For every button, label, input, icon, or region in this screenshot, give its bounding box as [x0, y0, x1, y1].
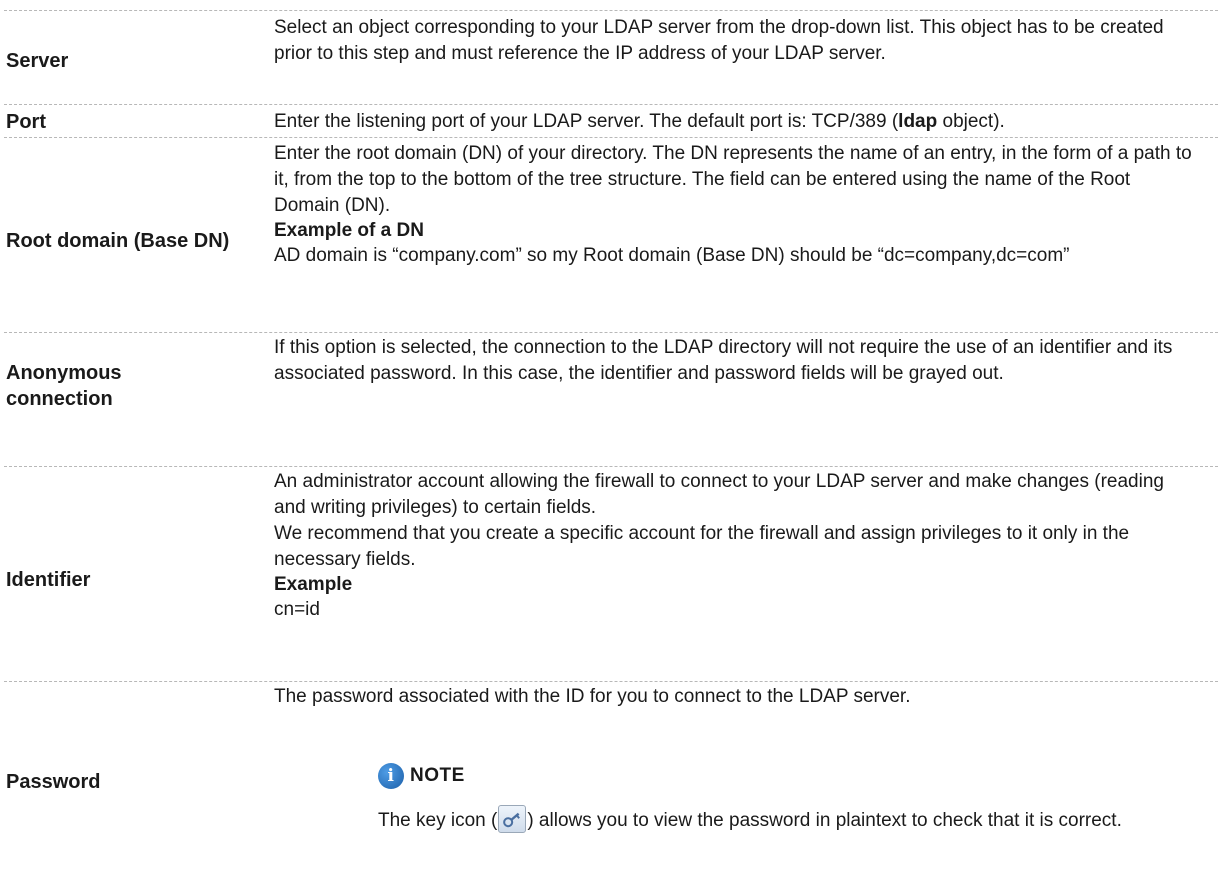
identifier-description-text-2: We recommend that you create a specific …: [274, 523, 1130, 570]
note-text-part: ) allows you to view the password in pla…: [527, 810, 1122, 831]
root-domain-description-text: Enter the root domain (DN) of your direc…: [274, 143, 1192, 216]
port-description: Enter the listening port of your LDAP se…: [274, 109, 1214, 135]
identifier-label: Identifier: [6, 569, 91, 591]
anonymous-connection-label: Anonymous connection: [6, 362, 122, 410]
root-domain-example-text: AD domain is “company.com” so my Root do…: [274, 245, 1070, 266]
identifier-example-text: cn=id: [274, 599, 320, 620]
row-separator: [4, 332, 1218, 333]
password-label: Password: [6, 771, 101, 793]
server-description: Select an object corresponding to your L…: [274, 15, 1199, 67]
row-separator: [4, 104, 1218, 105]
anonymous-connection-description-text: If this option is selected, the connecti…: [274, 337, 1173, 384]
identifier-description-text-1: An administrator account allowing the fi…: [274, 471, 1164, 518]
note-header: i NOTE: [378, 763, 1218, 789]
port-label: Port: [6, 111, 46, 133]
note-text-part: The key icon (: [378, 810, 498, 831]
row-separator: [4, 137, 1218, 138]
note-box: i NOTE The key icon ( ) allows you to vie…: [378, 763, 1218, 834]
password-description: The password associated with the ID for …: [274, 684, 1199, 710]
anonymous-connection-description: If this option is selected, the connecti…: [274, 335, 1199, 387]
info-icon: i: [378, 763, 404, 789]
ldap-settings-table: Server Select an object corresponding to…: [0, 0, 1222, 880]
root-domain-description: Enter the root domain (DN) of your direc…: [274, 141, 1199, 269]
root-domain-example-title: Example of a DN: [274, 220, 424, 241]
port-desc-ldap: ldap: [898, 111, 938, 132]
note-title: NOTE: [410, 765, 465, 786]
server-description-text: Select an object corresponding to your L…: [274, 17, 1164, 64]
row-separator: [4, 466, 1218, 467]
port-description-text: Enter the listening port of your LDAP se…: [274, 109, 1214, 135]
identifier-description: An administrator account allowing the fi…: [274, 469, 1199, 623]
row-separator: [4, 10, 1218, 11]
root-domain-label: Root domain (Base DN): [6, 230, 230, 252]
port-desc-part: object).: [937, 111, 1005, 132]
password-description-text: The password associated with the ID for …: [274, 686, 911, 707]
row-separator: [4, 681, 1218, 682]
server-label: Server: [6, 50, 69, 72]
note-text: The key icon ( ) allows you to view the p…: [378, 805, 1218, 834]
identifier-example-title: Example: [274, 574, 353, 595]
key-icon: [498, 805, 527, 833]
port-desc-part: Enter the listening port of your LDAP se…: [274, 111, 899, 132]
